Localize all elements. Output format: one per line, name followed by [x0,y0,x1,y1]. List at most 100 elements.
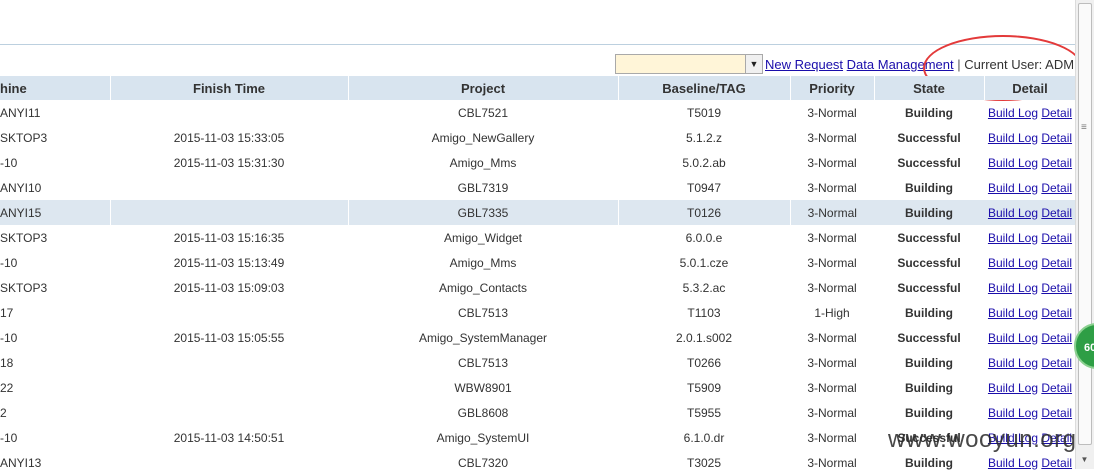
build-log-link[interactable]: Build Log [988,381,1038,395]
build-log-link[interactable]: Build Log [988,406,1038,420]
table-body: ANYI11 CBL7521 T5019 3-Normal Building Build … [0,100,1076,475]
table-row[interactable]: SKTOP3 2015-11-03 15:33:05 Amigo_NewGaller… [0,125,1076,150]
cell-machine: 17 [0,305,14,320]
toolbar: ▼ New Request Data Management | Current … [0,52,1087,76]
cell-state: Successful [897,330,961,345]
build-log-link[interactable]: Build Log [988,456,1038,470]
cell-state: Successful [897,255,961,270]
cell-machine: ANYI11 [0,105,41,120]
scroll-thumb[interactable]: ≡ [1078,3,1092,445]
cell-finish-time [110,200,349,225]
cell-project: GBL7319 [457,180,509,195]
cell-finish-time: 2015-11-03 15:05:55 [173,330,285,345]
table-row[interactable]: ANYI11 CBL7521 T5019 3-Normal Building Build … [0,100,1076,125]
table-row[interactable]: 18 CBL7513 T0266 3-Normal Building Build Log … [0,350,1076,375]
detail-link[interactable]: Detail [1041,306,1072,320]
cell-baseline: 5.0.1.cze [679,255,729,270]
detail-link[interactable]: Detail [1041,156,1072,170]
build-log-link[interactable]: Build Log [988,156,1038,170]
cell-baseline: 2.0.1.s002 [675,330,733,345]
detail-link[interactable]: Detail [1041,206,1072,220]
detail-link[interactable]: Detail [1041,131,1072,145]
cell-baseline: 5.1.2.z [685,130,723,145]
column-header-detail[interactable]: Detail [984,76,1077,100]
cell-project: CBL7320 [457,455,509,470]
table-row[interactable]: -10 2015-11-03 15:31:30 Amigo_Mms 5.0.2.ab 3… [0,150,1076,175]
cell-priority: 3-Normal [807,405,857,420]
cell-baseline: T5909 [686,380,722,395]
cell-finish-time [110,100,348,125]
filter-select[interactable]: ▼ [615,54,763,74]
table-row[interactable]: -10 2015-11-03 15:13:49 Amigo_Mms 5.0.1.cze… [0,250,1076,275]
detail-link[interactable]: Detail [1041,356,1072,370]
cell-priority: 3-Normal [807,330,857,345]
top-banner [0,0,1076,45]
chevron-down-icon[interactable]: ▼ [745,55,762,73]
column-header-state[interactable]: State [874,76,985,100]
cell-finish-time: 2015-11-03 15:31:30 [173,155,285,170]
column-header-project[interactable]: Project [348,76,619,100]
new-request-link[interactable]: New Request [765,57,843,72]
column-header-finish-time[interactable]: Finish Time [110,76,349,100]
detail-link[interactable]: Detail [1041,181,1072,195]
build-log-link[interactable]: Build Log [988,356,1038,370]
table-row[interactable]: 17 CBL7513 T1103 1-High Building Build Log De… [0,300,1076,325]
table-row[interactable]: ANYI10 GBL7319 T0947 3-Normal Building Build … [0,175,1076,200]
cell-priority: 3-Normal [807,380,857,395]
build-log-link[interactable]: Build Log [988,331,1038,345]
build-log-link[interactable]: Build Log [988,106,1038,120]
detail-link[interactable]: Detail [1041,331,1072,345]
table-row[interactable]: SKTOP3 2015-11-03 15:09:03 Amigo_Contacts 5… [0,275,1076,300]
cell-machine: ANYI10 [0,180,42,195]
table-row[interactable]: 2 GBL8608 T5955 3-Normal Building Build Log D… [0,400,1076,425]
cell-detail: Build Log Detail [984,400,1076,425]
cell-baseline: T0266 [686,355,722,370]
column-header-machine[interactable]: hine [0,76,111,100]
cell-priority: 3-Normal [807,280,857,295]
build-log-link[interactable]: Build Log [988,306,1038,320]
build-log-link[interactable]: Build Log [988,181,1038,195]
table-row[interactable]: SKTOP3 2015-11-03 15:16:35 Amigo_Widget 6.0… [0,225,1076,250]
cell-project: Amigo_Widget [443,230,523,245]
detail-link[interactable]: Detail [1041,456,1072,470]
cell-finish-time [110,300,348,325]
table-row[interactable]: 22 WBW8901 T5909 3-Normal Building Build Log … [0,375,1076,400]
column-header-priority[interactable]: Priority [790,76,875,100]
cell-baseline: T1103 [687,305,721,320]
build-log-link[interactable]: Build Log [988,256,1038,270]
detail-link[interactable]: Detail [1041,281,1072,295]
cell-detail: Build Log Detail [984,350,1076,375]
cell-project: Amigo_Mms [449,155,517,170]
cell-machine: SKTOP3 [0,230,48,245]
watermark: www.wooyun.org [888,426,1077,453]
cell-project: CBL7521 [457,105,509,120]
cell-machine: ANYI15 [0,200,111,225]
vertical-scrollbar[interactable]: ▲ ≡ ▼ [1075,0,1094,469]
detail-link[interactable]: Detail [1041,106,1072,120]
cell-project: WBW8901 [454,380,512,395]
cell-project: Amigo_NewGallery [431,130,535,145]
detail-link[interactable]: Detail [1041,231,1072,245]
cell-detail: Build Log Detail [984,250,1076,275]
cell-detail: Build Log Detail [984,375,1076,400]
cell-state: Building [905,105,953,120]
build-log-link[interactable]: Build Log [988,206,1038,220]
build-log-link[interactable]: Build Log [988,231,1038,245]
detail-link[interactable]: Detail [1041,381,1072,395]
scroll-down-icon[interactable]: ▼ [1076,452,1093,468]
build-log-link[interactable]: Build Log [988,131,1038,145]
table-row[interactable]: ANYI15 GBL7335 T0126 3-Normal Building Build … [0,200,1076,225]
cell-state: Building [905,305,953,320]
column-header-baseline[interactable]: Baseline/TAG [618,76,791,100]
cell-baseline: 6.1.0.dr [683,430,725,445]
detail-link[interactable]: Detail [1041,256,1072,270]
detail-link[interactable]: Detail [1041,406,1072,420]
table-row[interactable]: -10 2015-11-03 15:05:55 Amigo_SystemManage… [0,325,1076,350]
cell-project: Amigo_SystemManager [418,330,548,345]
cell-state: Building [905,405,953,420]
cell-project: GBL8608 [457,405,509,420]
cell-project: Amigo_Contacts [438,280,528,295]
cell-project: CBL7513 [457,355,509,370]
cell-priority: 3-Normal [807,430,857,445]
build-log-link[interactable]: Build Log [988,281,1038,295]
